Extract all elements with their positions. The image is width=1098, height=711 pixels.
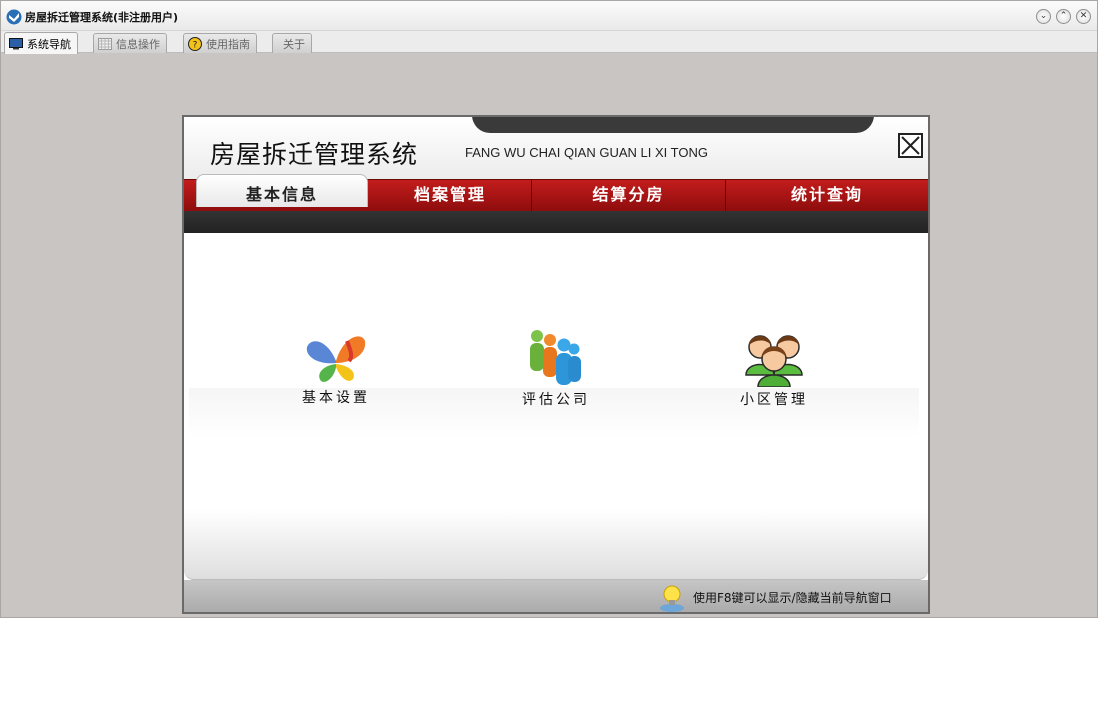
close-button[interactable]: ✕ [1076,9,1091,24]
nav-statistics-query[interactable]: 统计查询 [726,180,928,212]
nav-archive-management[interactable]: 档案管理 [369,180,532,212]
tab-info-ops[interactable]: 信息操作 [93,33,167,53]
chevron-down-icon: ⌄ [1039,11,1048,21]
main-nav: 基本信息 档案管理 结算分房 统计查询 [184,174,928,212]
nav-settlement-housing[interactable]: 结算分房 [532,180,726,212]
nav-label: 基本信息 [245,185,318,204]
footer-hint: 使用F8键可以显示/隐藏当前导航窗口 [693,591,892,605]
module-label: 评估公司 [522,392,590,408]
help-icon: ? [188,36,202,51]
module-area: 基本设置 评估公司 小区管理 [184,233,928,580]
minimize-button[interactable]: ⌄ [1036,9,1051,24]
system-pinyin: FANG WU CHAI QIAN GUAN LI XI TONG [465,145,708,160]
people-group-icon [530,330,581,385]
module-label: 小区管理 [740,392,808,408]
title-bar: 房屋拆迁管理系统(非注册用户) ⌄ ⌃ ✕ [1,1,1097,31]
nav-label: 统计查询 [790,185,863,204]
app-logo-icon [6,9,22,25]
butterfly-icon [306,336,366,382]
tab-label: 系统导航 [27,37,71,51]
nav-basic-info[interactable]: 基本信息 [196,174,368,207]
nav-label: 档案管理 [413,185,486,204]
tab-system-nav[interactable]: 系统导航 [4,32,78,54]
window-title: 房屋拆迁管理系统(非注册用户) [25,11,179,24]
lightbulb-icon [660,585,684,612]
tab-label: 关于 [283,37,305,51]
module-assessment-company[interactable]: 评估公司 [496,329,616,409]
close-icon: ✕ [1079,11,1088,21]
close-icon [901,136,920,155]
navigation-panel: 房屋拆迁管理系统 FANG WU CHAI QIAN GUAN LI XI TO… [182,115,930,614]
panel-footer: 使用F8键可以显示/隐藏当前导航窗口 [184,580,928,612]
nav-shadow-band [184,211,928,233]
users-icon [745,335,803,387]
tab-label: 信息操作 [116,37,160,51]
tab-user-guide[interactable]: ? 使用指南 [183,33,257,53]
app-window: 房屋拆迁管理系统(非注册用户) ⌄ ⌃ ✕ 系统导航 信息操作 ? 使用指南 关… [0,0,1098,618]
panel-close-button[interactable] [898,133,923,158]
system-title: 房屋拆迁管理系统 [210,140,419,169]
module-basic-settings[interactable]: 基本设置 [276,331,396,407]
tab-strip: 系统导航 信息操作 ? 使用指南 关于 [1,31,1097,54]
nav-label: 结算分房 [592,185,665,204]
tab-label: 使用指南 [206,37,250,51]
module-label: 基本设置 [302,390,370,406]
grid-icon [98,37,112,50]
chevron-up-icon: ⌃ [1059,11,1068,21]
maximize-button[interactable]: ⌃ [1056,9,1071,24]
panel-header: 房屋拆迁管理系统 FANG WU CHAI QIAN GUAN LI XI TO… [184,117,928,179]
svg-text:?: ? [193,40,198,50]
tab-about[interactable]: 关于 [272,33,312,53]
module-community-management[interactable]: 小区管理 [714,331,834,409]
monitor-icon [9,37,23,49]
header-decoration [472,117,874,133]
